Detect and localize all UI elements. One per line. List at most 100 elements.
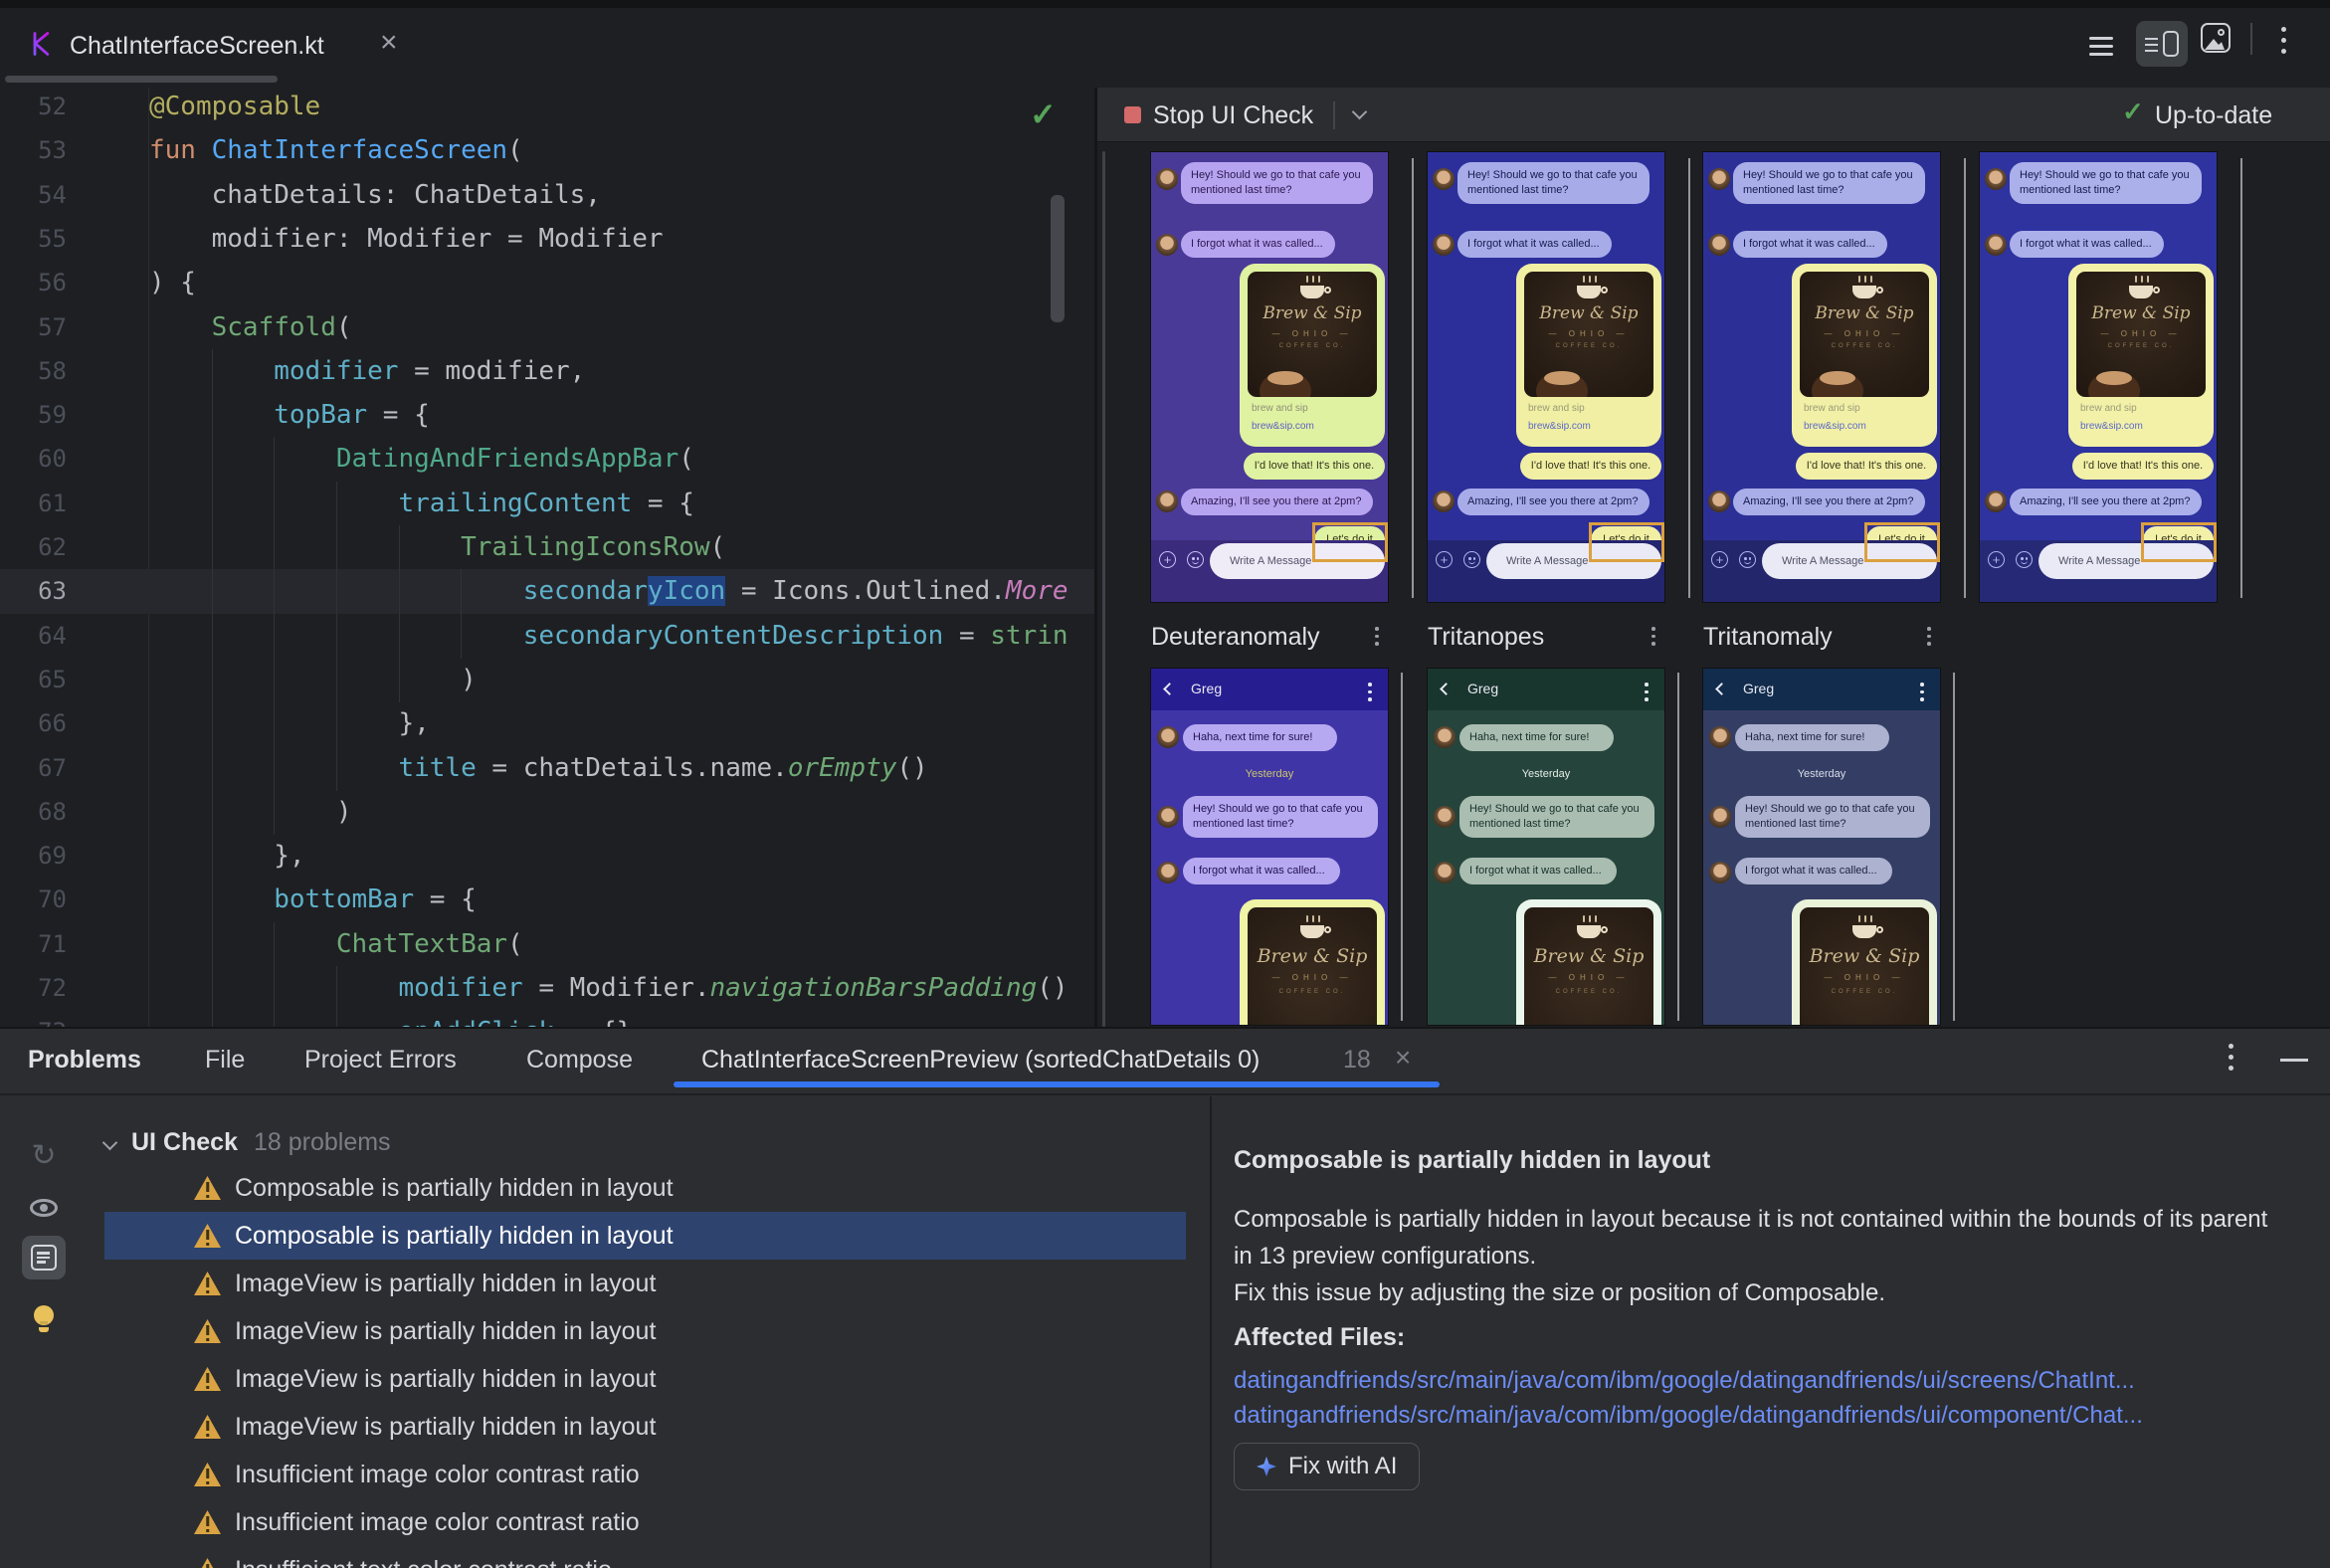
kebab-menu-icon[interactable] bbox=[1920, 681, 1924, 703]
split-view-button[interactable] bbox=[2136, 21, 2188, 67]
problem-item[interactable]: Insufficient image color contrast ratio bbox=[104, 1498, 1186, 1546]
preview-image-icon[interactable] bbox=[2201, 23, 2231, 53]
add-icon[interactable]: + bbox=[1711, 551, 1728, 568]
problem-item[interactable]: ImageView is partially hidden in layout bbox=[104, 1403, 1186, 1451]
panel-title[interactable]: Problems bbox=[28, 1046, 141, 1075]
line-number: 67 bbox=[38, 753, 67, 782]
emoji-icon[interactable] bbox=[1463, 551, 1480, 568]
device-preview[interactable]: Hey! Should we go to that cafe you menti… bbox=[1427, 151, 1665, 603]
avatar bbox=[1709, 806, 1731, 828]
problem-text: Insufficient image color contrast ratio bbox=[235, 1507, 640, 1536]
problem-item[interactable]: ImageView is partially hidden in layout bbox=[104, 1260, 1186, 1307]
device-preview[interactable]: Greg Haha, next time for sure! Yesterday He… bbox=[1702, 668, 1941, 1026]
chevron-down-icon[interactable] bbox=[1351, 103, 1368, 120]
fix-with-ai-button[interactable]: Fix with AI bbox=[1234, 1443, 1421, 1490]
preview-left-scrollbar[interactable] bbox=[1102, 151, 1105, 1027]
tab-close-icon[interactable]: × bbox=[1395, 1042, 1411, 1074]
device-preview[interactable]: Hey! Should we go to that cafe you menti… bbox=[1150, 151, 1389, 603]
back-icon[interactable] bbox=[1715, 683, 1728, 695]
report-view-button[interactable] bbox=[22, 1236, 66, 1279]
emoji-icon[interactable] bbox=[1187, 551, 1204, 568]
editor-horizontal-scrollbar[interactable] bbox=[5, 76, 278, 83]
panel-more-icon[interactable] bbox=[2229, 1041, 2233, 1074]
received-message: Hey! Should we go to that cafe you menti… bbox=[1183, 796, 1378, 838]
emoji-icon[interactable] bbox=[2016, 551, 2033, 568]
device-preview[interactable]: Hey! Should we go to that cafe you menti… bbox=[1979, 151, 2218, 603]
problem-item[interactable]: ImageView is partially hidden in layout bbox=[104, 1355, 1186, 1403]
tab-preview-problems[interactable]: ChatInterfaceScreenPreview (sortedChatDe… bbox=[701, 1046, 1260, 1075]
date-divider: Yesterday bbox=[1521, 768, 1571, 780]
problem-item[interactable]: ImageView is partially hidden in layout bbox=[104, 1307, 1186, 1355]
add-icon[interactable]: + bbox=[1159, 551, 1176, 568]
kebab-menu-icon[interactable] bbox=[1927, 625, 1931, 648]
up-to-date-status: Up-to-date bbox=[2155, 101, 2273, 129]
code-text: }, bbox=[149, 834, 304, 879]
kebab-menu-icon[interactable] bbox=[1375, 625, 1379, 648]
problem-item[interactable]: Composable is partially hidden in layout bbox=[104, 1212, 1186, 1260]
affected-file-link[interactable]: datingandfriends/src/main/java/com/ibm/g… bbox=[1234, 1398, 2143, 1433]
chevron-down-icon[interactable] bbox=[101, 1134, 118, 1150]
tab-close-icon[interactable]: × bbox=[380, 28, 398, 58]
tab-compose[interactable]: Compose bbox=[526, 1046, 633, 1075]
group-count: 18 problems bbox=[253, 1127, 391, 1156]
card-link[interactable]: brew&sip.com bbox=[1528, 421, 1591, 432]
device-preview[interactable]: Greg Haha, next time for sure! Yesterday He… bbox=[1427, 668, 1665, 1026]
ui-issue-highlight bbox=[1589, 522, 1664, 562]
ui-check-group[interactable]: UI Check 18 problems bbox=[101, 1124, 391, 1160]
steam bbox=[1864, 915, 1866, 922]
problem-text: Insufficient image color contrast ratio bbox=[235, 1460, 640, 1488]
card-link[interactable]: brew&sip.com bbox=[1804, 421, 1866, 432]
device-preview[interactable]: Greg Haha, next time for sure! Yesterday He… bbox=[1150, 668, 1389, 1026]
code-token: = modifier, bbox=[398, 355, 586, 386]
code-editor[interactable]: 52 @Composable 53 fun ChatInterfaceScreen(5… bbox=[0, 88, 1097, 1027]
code-token: fun bbox=[149, 135, 212, 166]
back-icon[interactable] bbox=[1440, 683, 1453, 695]
device-preview[interactable]: Hey! Should we go to that cafe you menti… bbox=[1702, 151, 1941, 603]
emoji-icon[interactable] bbox=[1739, 551, 1756, 568]
code-token: = Modifier. bbox=[522, 973, 710, 1003]
preview-canvas[interactable]: Hey! Should we go to that cafe you menti… bbox=[1097, 143, 2330, 1027]
problem-item[interactable]: Insufficient text color contrast ratio bbox=[104, 1546, 1186, 1568]
add-icon[interactable]: + bbox=[1436, 551, 1453, 568]
kebab-menu-icon[interactable] bbox=[1368, 681, 1372, 703]
card-link[interactable]: brew&sip.com bbox=[1252, 421, 1314, 432]
minimize-icon[interactable] bbox=[2280, 1059, 2308, 1062]
refresh-icon[interactable]: ↻ bbox=[22, 1133, 66, 1177]
code-line: 57 Scaffold( bbox=[0, 305, 1097, 350]
fix-with-ai-label: Fix with AI bbox=[1288, 1453, 1398, 1479]
editor-vertical-scrollbar[interactable] bbox=[1051, 195, 1065, 322]
kotlin-file-icon bbox=[28, 30, 56, 58]
cup-handle bbox=[2153, 287, 2160, 294]
affected-file-link[interactable]: datingandfriends/src/main/java/com/ibm/g… bbox=[1234, 1363, 2143, 1398]
tab-project-errors[interactable]: Project Errors bbox=[304, 1046, 457, 1075]
lightbulb-icon[interactable] bbox=[22, 1293, 66, 1337]
preview-eye-icon[interactable] bbox=[22, 1186, 66, 1230]
back-icon[interactable] bbox=[1163, 683, 1176, 695]
tab-file[interactable]: File bbox=[205, 1046, 245, 1075]
kebab-menu-icon[interactable] bbox=[1651, 625, 1655, 648]
code-token: modifier bbox=[398, 973, 523, 1003]
stop-ui-check-button[interactable]: Stop UI Check bbox=[1153, 101, 1313, 130]
warning-icon bbox=[194, 1319, 221, 1343]
add-icon[interactable]: + bbox=[1988, 551, 2005, 568]
problem-item[interactable]: Composable is partially hidden in layout bbox=[104, 1164, 1186, 1212]
code-token: title bbox=[398, 752, 477, 783]
code-view-icon[interactable] bbox=[2089, 32, 2113, 61]
chat-header: Greg bbox=[1151, 669, 1388, 710]
inspections-check-icon[interactable]: ✓ bbox=[1030, 96, 1057, 133]
link-preview-card: Brew & Sip — OHIO — COFFEE CO. bbox=[1240, 899, 1385, 1025]
preview-config-label: Tritanopes bbox=[1428, 623, 1545, 651]
problem-item[interactable]: Insufficient image color contrast ratio bbox=[104, 1451, 1186, 1498]
ui-issue-highlight bbox=[2141, 522, 2217, 562]
steam bbox=[1318, 276, 1320, 283]
problem-text: Composable is partially hidden in layout bbox=[235, 1221, 674, 1250]
brand-sub: — OHIO — bbox=[2100, 329, 2182, 338]
active-file-tab[interactable]: ChatInterfaceScreen.kt bbox=[70, 32, 324, 61]
steam bbox=[2141, 276, 2143, 283]
kebab-menu-icon[interactable] bbox=[1645, 681, 1649, 703]
card-link[interactable]: brew&sip.com bbox=[2080, 421, 2143, 432]
more-options-icon[interactable] bbox=[2281, 24, 2286, 57]
code-token: ) bbox=[149, 664, 477, 694]
